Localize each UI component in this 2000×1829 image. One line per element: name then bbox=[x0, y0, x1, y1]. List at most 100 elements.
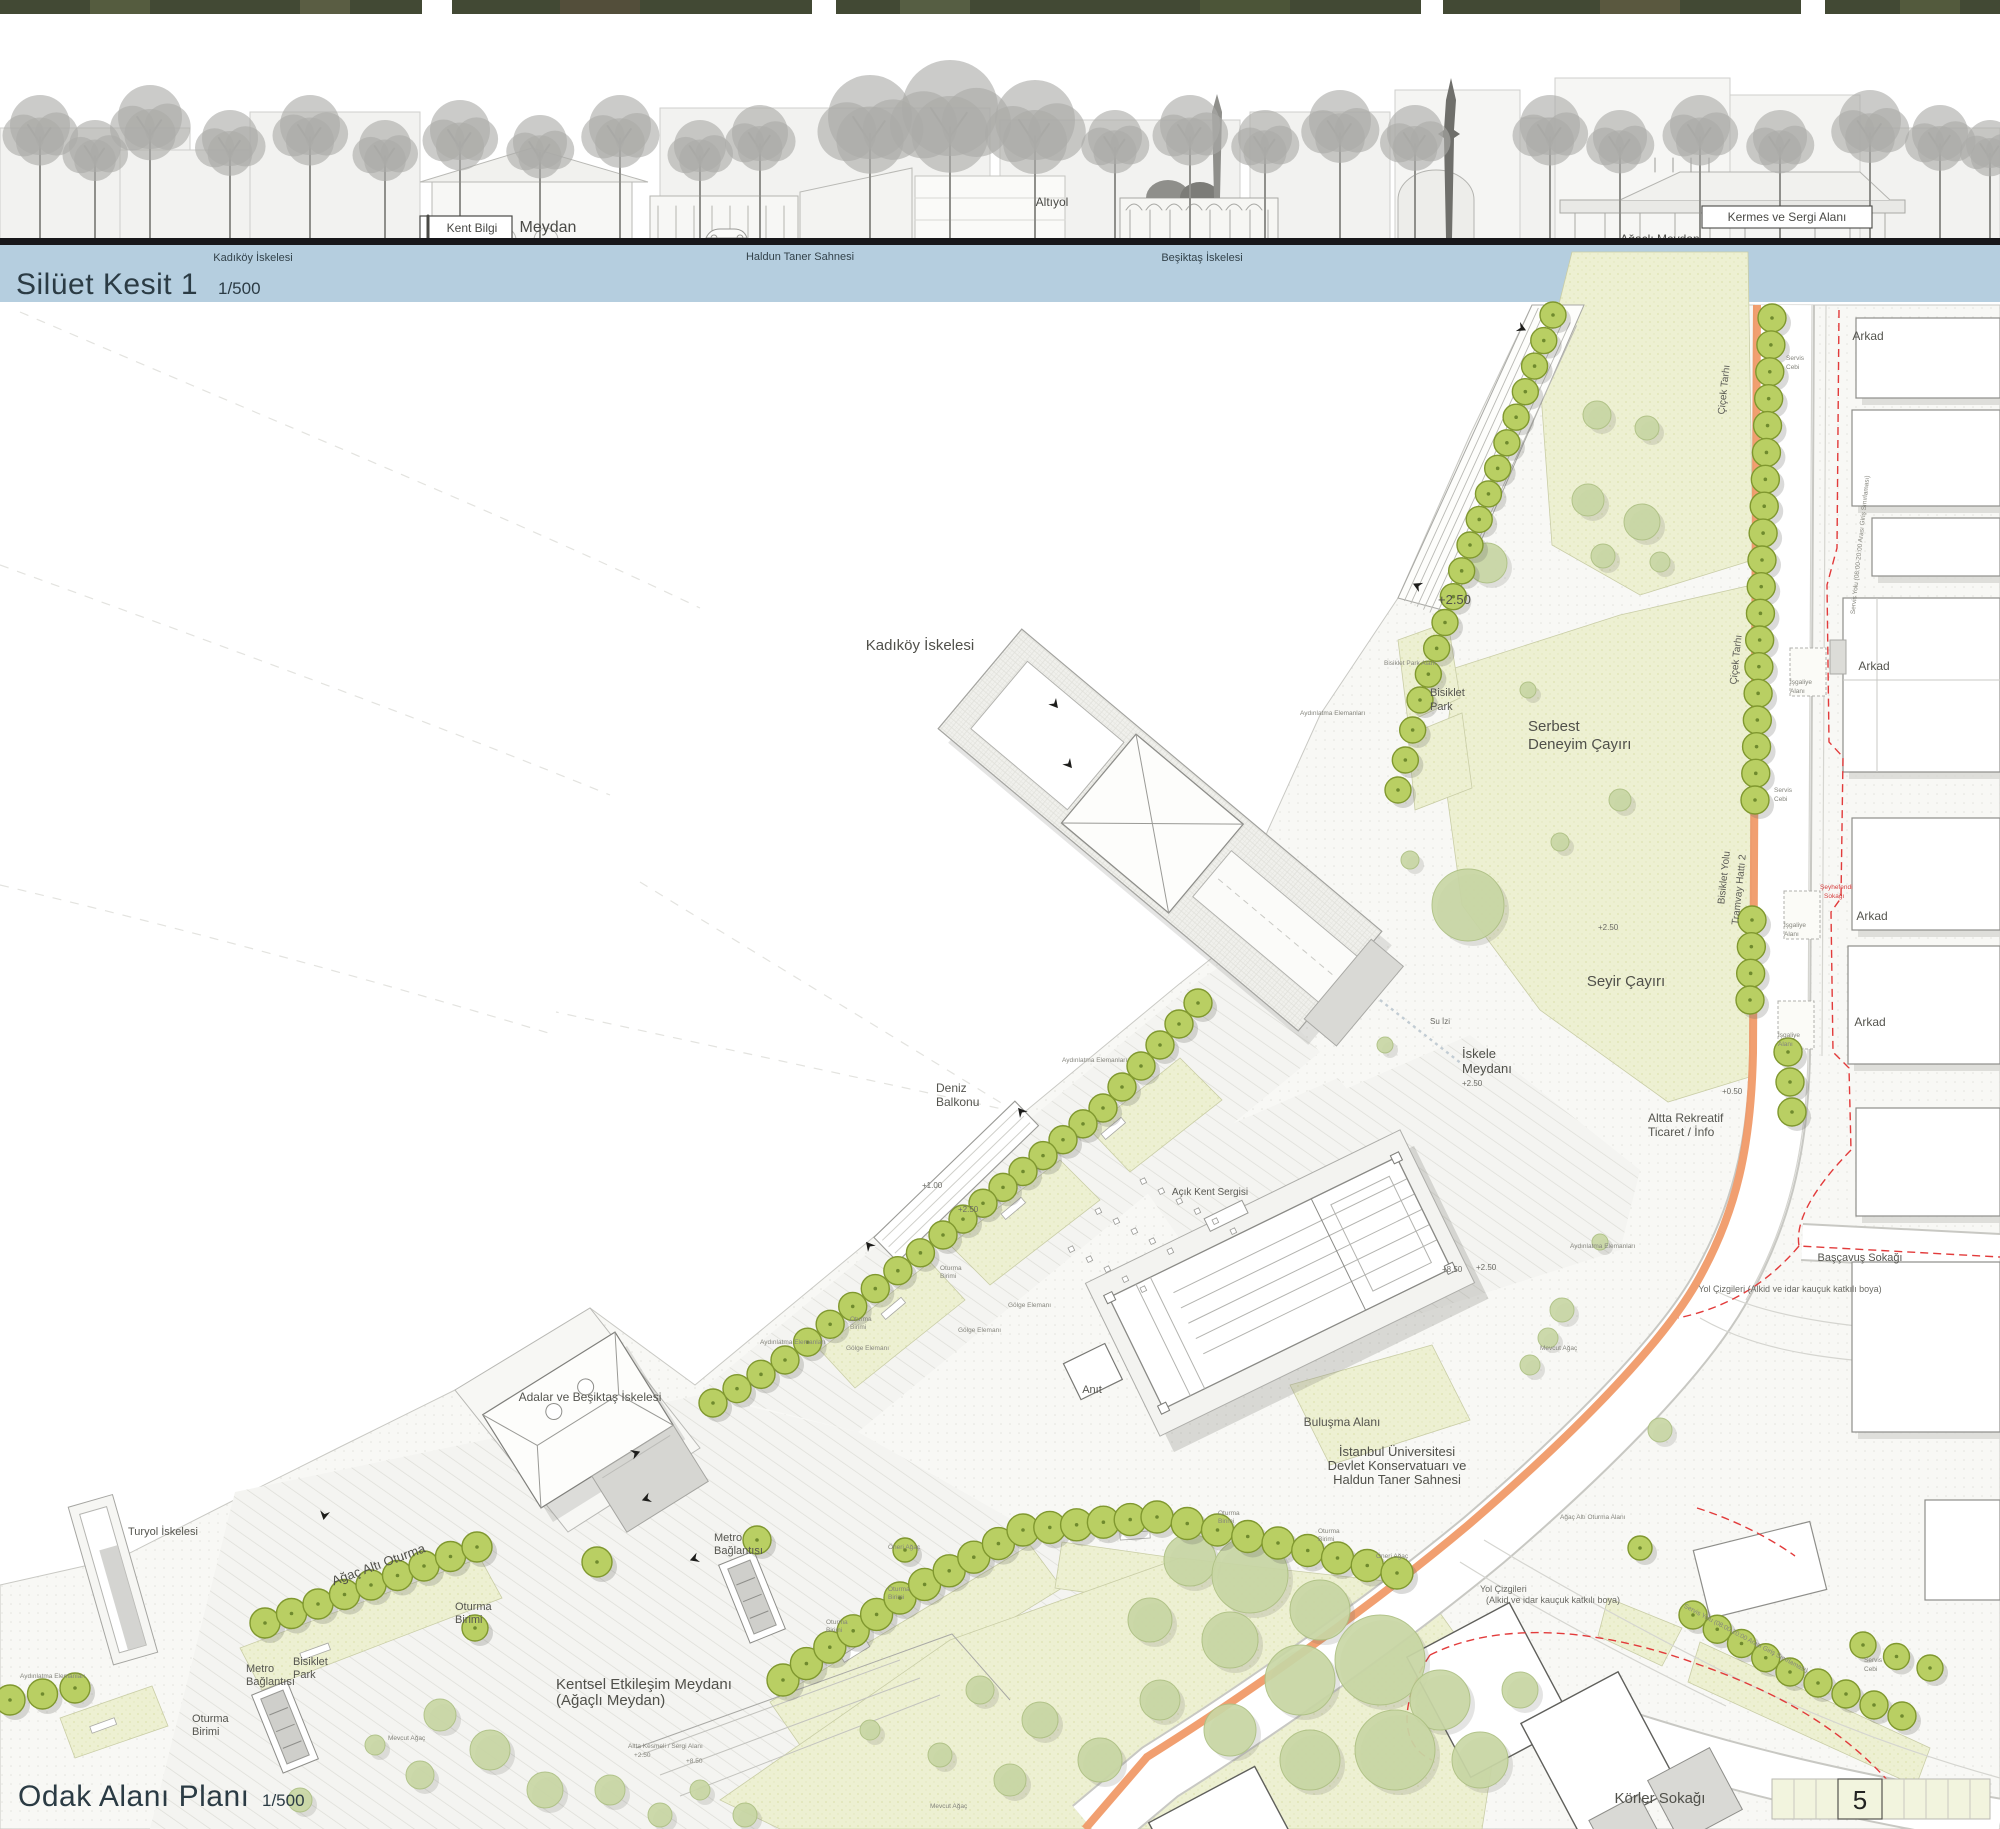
label-oturma2-1: Oturma bbox=[192, 1713, 230, 1725]
label-arkad-3: Arkad bbox=[1856, 909, 1887, 923]
label-mevcut-2: Mevcut Ağaç bbox=[1540, 1345, 1578, 1352]
label-yol-cizgileri-2b: (Alkid ve idar kauçuk katkılı boya) bbox=[1486, 1595, 1620, 1605]
label-golge-1: Gölge Elemanı bbox=[1008, 1302, 1051, 1309]
label-su-izi: Su İzi bbox=[1430, 1017, 1450, 1026]
label-kadikoy-iskelesi: Kadıköy İskelesi bbox=[866, 636, 974, 654]
label-isgaliye-3a: İşgaliye bbox=[1778, 1030, 1800, 1039]
label-iskele-level: +2.50 bbox=[1462, 1079, 1483, 1088]
label-bisiklet-sw-1: Bisiklet bbox=[293, 1656, 328, 1668]
label-aydinlatma-5: Aydınlatma Elemanları bbox=[1300, 710, 1365, 717]
label-isgaliye-3b: Alanı bbox=[1778, 1041, 1793, 1048]
page-number: 5 bbox=[1853, 1785, 1867, 1815]
site-plan: Kadıköy İskelesi +2.50 Bisiklet Park Bis… bbox=[0, 252, 2000, 1829]
label-altta-rekreatif-2: Ticaret / İnfo bbox=[1648, 1125, 1715, 1139]
label-servis-cebi-2b: Cebi bbox=[1774, 796, 1787, 803]
label-metro2-2: Bağlantısı bbox=[246, 1676, 295, 1688]
label-yol-cizgileri-2a: Yol Çizgileri bbox=[1480, 1584, 1527, 1594]
label-oturma-t5a: Oturma bbox=[1218, 1510, 1240, 1517]
label-isgaliye-2a: İşgaliye bbox=[1784, 920, 1806, 929]
label-aydinlatma-1: Aydınlatma Elemanları bbox=[1062, 1057, 1127, 1064]
label-yol-cizgileri-1: Yol Çizgileri (Alkid ve idar kauçuk katk… bbox=[1698, 1284, 1881, 1294]
label-deniz-1: Deniz bbox=[936, 1081, 967, 1095]
label-konservatuar-1: İstanbul Üniversitesi bbox=[1339, 1444, 1455, 1459]
section-title: Silüet Kesit 1 bbox=[16, 268, 198, 301]
label-mevcut-3: Mevcut Ağaç bbox=[930, 1803, 968, 1810]
label-level-050: +0.50 bbox=[1722, 1087, 1743, 1096]
label-serbest-1: Serbest bbox=[1528, 718, 1581, 735]
sea-guide-lines bbox=[0, 312, 1016, 1112]
label-oturma-t3b: Birimi bbox=[826, 1627, 842, 1634]
label-servis-cebi-3a: Servis bbox=[1864, 1657, 1883, 1664]
label-oturma2-2: Birimi bbox=[192, 1726, 220, 1738]
label-iskele-2: Meydanı bbox=[1462, 1061, 1512, 1076]
section-ground-line bbox=[0, 238, 2000, 245]
label-konservatuar-2: Devlet Konservatuarı ve bbox=[1328, 1458, 1467, 1473]
label-kermes: Kermes ve Sergi Alanı bbox=[1728, 210, 1847, 224]
label-level-250-stairs: +2.50 bbox=[1438, 592, 1471, 607]
label-oturma-t1b: Birimi bbox=[850, 1324, 866, 1331]
label-aydinlatma-4: Aydınlatma Elemanları bbox=[1570, 1243, 1635, 1250]
label-level-250-balkon: +2.50 bbox=[958, 1205, 979, 1214]
label-bisiklet-park-ne-2: Park bbox=[1430, 701, 1453, 713]
label-arkad-2: Arkad bbox=[1858, 659, 1889, 673]
label-kent-bilgi: Kent Bilgi bbox=[447, 221, 498, 235]
label-altta-kesmeli-2: +2.50 bbox=[634, 1752, 651, 1759]
label-agac-alti-alani: Ağaç Altı Oturma Alanı bbox=[1560, 1514, 1626, 1521]
label-level-250-bldg: +2.50 bbox=[1476, 1263, 1497, 1272]
label-iskele-1: İskele bbox=[1462, 1046, 1496, 1061]
label-korler: Körler Sokağı bbox=[1615, 1790, 1706, 1807]
label-oturma-t6b: Birimi bbox=[1318, 1536, 1334, 1543]
band-label-kadikoy: Kadıköy İskelesi bbox=[213, 251, 292, 264]
label-servis-cebi-1a: Servis bbox=[1786, 355, 1805, 362]
label-bisiklet-sw-2: Park bbox=[293, 1669, 316, 1681]
plan-title: Odak Alanı Planı bbox=[18, 1780, 249, 1813]
label-adalar: Adalar ve Beşiktaş İskelesi bbox=[519, 1390, 662, 1404]
plan-title-scale: 1/500 bbox=[262, 1791, 305, 1810]
label-turyol: Turyol İskelesi bbox=[128, 1525, 198, 1538]
label-arkad-4: Arkad bbox=[1854, 1015, 1885, 1029]
label-meydan: Meydan bbox=[520, 219, 577, 236]
label-bisiklet-park-ne-1: Bisiklet bbox=[1430, 687, 1465, 699]
label-arkad-1: Arkad bbox=[1852, 329, 1883, 343]
label-seyhefendi-1: Şeyhefendi bbox=[1820, 884, 1853, 891]
label-oturma-t2b: Birimi bbox=[940, 1273, 956, 1280]
label-level-250-park: +2.50 bbox=[1598, 923, 1619, 932]
label-mevcut-1: Mevcut Ağaç bbox=[388, 1735, 426, 1742]
label-oturma-t4b: Birimi bbox=[888, 1594, 904, 1601]
label-level-850-bldg: +8.50 bbox=[1442, 1265, 1463, 1274]
page-number-box: 5 bbox=[1772, 1779, 1990, 1819]
label-seyhefendi-2: Sokağı bbox=[1824, 893, 1844, 900]
label-golge-3: Gölge Elemanı bbox=[846, 1345, 889, 1352]
label-konservatuar-3: Haldun Taner Sahnesi bbox=[1333, 1472, 1461, 1487]
label-acik-kent: Açık Kent Sergisi bbox=[1172, 1187, 1248, 1198]
label-anit: Anıt bbox=[1082, 1384, 1102, 1396]
board-canvas: Kent Bilgi Meydan Altıyol Kermes ve Serg… bbox=[0, 0, 2000, 1829]
label-seyir: Seyir Çayırı bbox=[1587, 973, 1665, 990]
label-aydinlatma-3: Aydınlatma Elemanları bbox=[20, 1673, 85, 1680]
label-servis-cebi-3b: Cebi bbox=[1864, 1666, 1877, 1673]
label-metro2-1: Metro bbox=[246, 1663, 274, 1675]
label-oturma-t5b: Birimi bbox=[1218, 1518, 1234, 1525]
label-oturma-t3a: Oturma bbox=[826, 1619, 848, 1626]
label-altiyol: Altıyol bbox=[1036, 195, 1069, 209]
label-golge-2: Gölge Elemanı bbox=[958, 1327, 1001, 1334]
label-oturma-t2a: Oturma bbox=[940, 1265, 962, 1272]
label-oneri-1: Öneri Ağaç bbox=[1376, 1552, 1409, 1560]
label-altta-rekreatif-1: Altta Rekreatif bbox=[1648, 1111, 1724, 1125]
label-level-850-ramp: +8.50 bbox=[686, 1758, 703, 1765]
label-oneri-2: Öneri Ağaç bbox=[888, 1543, 921, 1551]
label-kentsel-1: Kentsel Etkileşim Meydanı bbox=[556, 1676, 732, 1693]
band-label-besiktas: Beşiktaş İskelesi bbox=[1161, 251, 1242, 264]
label-isgaliye-2b: Alanı bbox=[1784, 931, 1799, 938]
label-serbest-2: Deneyim Çayırı bbox=[1528, 736, 1631, 753]
label-metro1-1: Metro bbox=[714, 1532, 742, 1544]
presentation-board: { "page": { "number": "5" }, "colors": {… bbox=[0, 0, 2000, 1829]
label-isgaliye-1b: Alanı bbox=[1790, 688, 1805, 695]
label-oturma1-2: Birimi bbox=[455, 1614, 483, 1626]
label-oturma1-1: Oturma bbox=[455, 1601, 493, 1613]
band-label-haldun: Haldun Taner Sahnesi bbox=[746, 251, 854, 263]
label-aydinlatma-2: Aydınlatma Elemanları bbox=[760, 1339, 825, 1346]
label-oturma-t1a: Oturma bbox=[850, 1316, 872, 1323]
photo-strip bbox=[0, 0, 2000, 14]
label-bisiklet-park-alani: Bisiklet Park Alanı bbox=[1384, 660, 1436, 667]
